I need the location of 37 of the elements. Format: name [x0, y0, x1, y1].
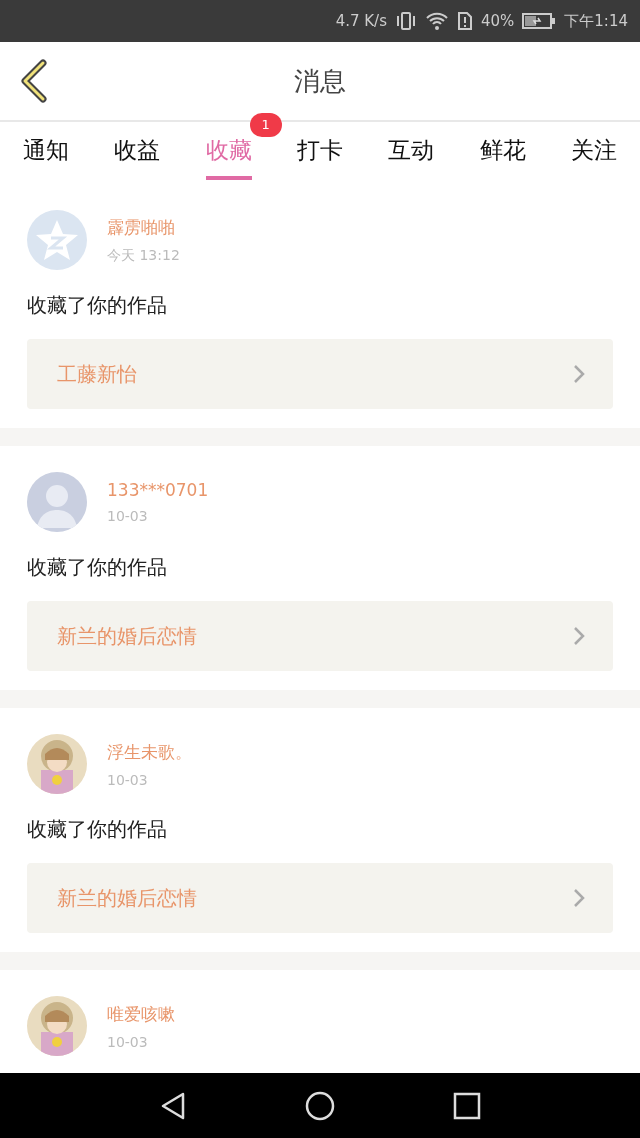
- chevron-right-icon: [573, 626, 585, 646]
- battery-percent: 40%: [480, 12, 515, 30]
- user-name[interactable]: 浮生未歌。: [107, 740, 192, 764]
- vibrate-icon: [394, 11, 417, 31]
- work-link[interactable]: 工藤新怡: [27, 339, 613, 409]
- tab[interactable]: 鲜花: [479, 126, 526, 180]
- tab[interactable]: 通知: [22, 126, 69, 180]
- back-nav-button[interactable]: [159, 1090, 187, 1121]
- message-time: 10-03: [107, 1033, 149, 1050]
- avatar-icon: [27, 210, 87, 270]
- user-name[interactable]: 133***0701: [107, 480, 209, 500]
- user-name[interactable]: 唯爱咳嗽: [107, 1002, 175, 1026]
- battery-charging-icon: [522, 12, 557, 30]
- wifi-icon: [424, 11, 449, 31]
- message-time: 10-03: [107, 771, 149, 788]
- chevron-right-icon: [573, 888, 585, 908]
- message-text: 收藏了你的作品: [27, 816, 168, 843]
- recents-nav-button[interactable]: [453, 1091, 481, 1120]
- message-text: 收藏了你的作品: [27, 554, 168, 581]
- work-link[interactable]: 新兰的婚后恋情: [27, 601, 613, 671]
- user-name[interactable]: 霹雳啪啪: [107, 215, 180, 239]
- message-time: 今天 13:12: [107, 246, 180, 265]
- tab[interactable]: 互动: [388, 126, 435, 180]
- tab[interactable]: 收益: [114, 126, 161, 180]
- message-time: 10-03: [107, 508, 149, 524]
- count-badge: 1: [249, 112, 282, 137]
- home-nav-button[interactable]: [305, 1090, 335, 1121]
- page-title: 消息: [294, 64, 346, 98]
- sim-alert-icon: [456, 11, 473, 31]
- tab[interactable]: 关注: [571, 126, 618, 180]
- clock: 下午1:14: [564, 11, 628, 31]
- message-text: 收藏了你的作品: [27, 292, 168, 319]
- work-link[interactable]: 新兰的婚后恋情: [27, 863, 613, 933]
- chevron-right-icon: [573, 364, 585, 384]
- network-speed: 4.7 K/s: [335, 12, 387, 30]
- avatar-icon: [27, 472, 87, 532]
- tab[interactable]: 打卡: [296, 126, 343, 180]
